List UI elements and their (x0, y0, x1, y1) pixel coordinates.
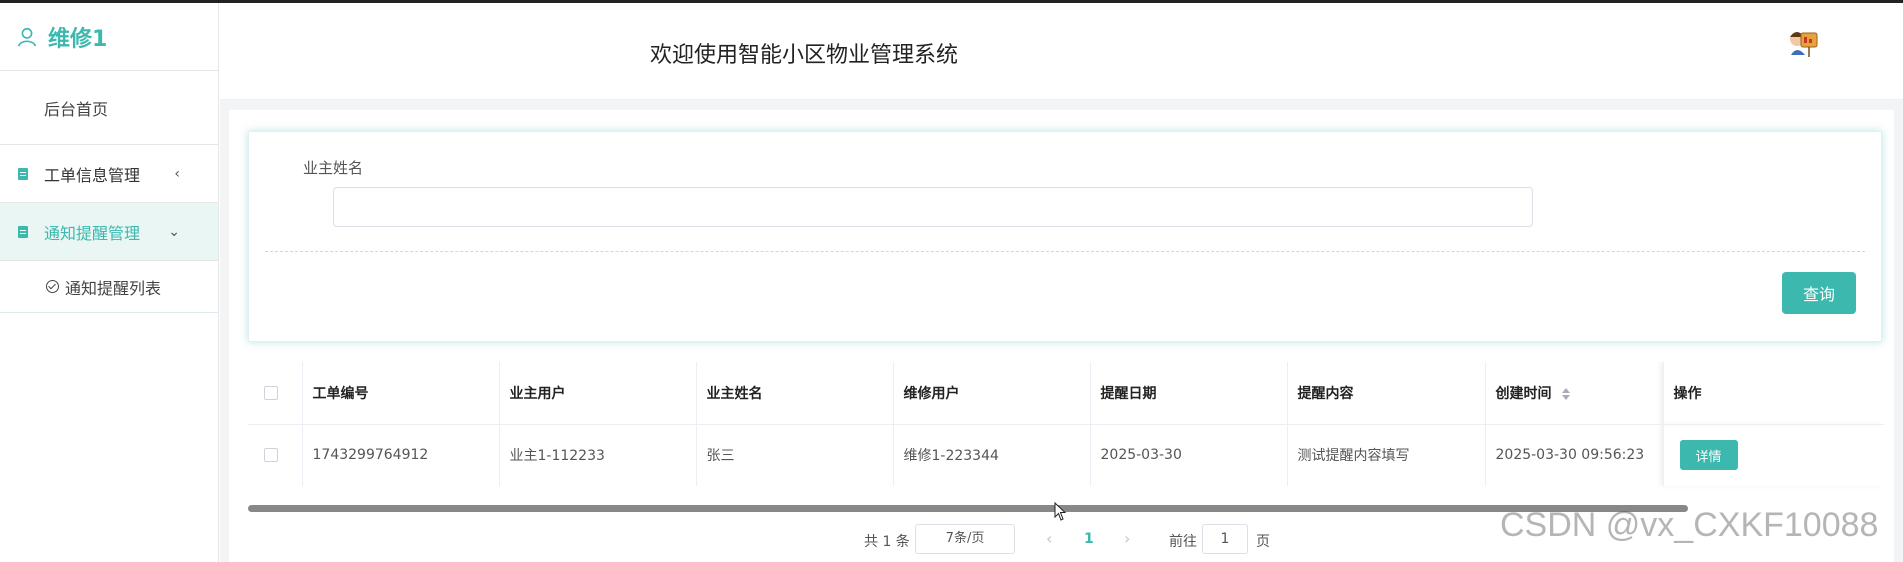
next-page-icon[interactable]: › (1124, 529, 1130, 548)
chevron-down-icon: ⌄ (168, 223, 180, 240)
query-button[interactable]: 查询 (1782, 272, 1856, 314)
detail-button[interactable]: 详情 (1679, 440, 1738, 471)
table-cell-actions: 详情 (1662, 424, 1884, 486)
user-icon (17, 27, 37, 46)
table-cell: 2025-03-30 (1090, 424, 1288, 486)
divider (265, 251, 1865, 252)
sort-icon[interactable] (1562, 387, 1571, 400)
page-unit-label: 页 (1256, 534, 1270, 550)
table-row: 1743299764912 业主1-112233 张三 维修1-223344 2… (248, 424, 1884, 486)
owner-name-input[interactable] (333, 187, 1533, 227)
sidebar-brand: 维修1 (0, 3, 218, 71)
document-icon (18, 225, 28, 238)
avatar[interactable] (1785, 25, 1819, 59)
col-header: 业主姓名 (696, 362, 894, 425)
horizontal-scrollbar[interactable] (248, 505, 1688, 512)
col-header: 操作 (1662, 362, 1884, 425)
page-size-select[interactable]: 7条/页 (915, 524, 1015, 554)
row-checkbox[interactable] (248, 424, 303, 486)
sidebar-item-label: 工单信息管理 (44, 165, 141, 185)
col-header-label: 创建时间 (1495, 385, 1552, 402)
table-cell: 测试提醒内容填写 (1287, 424, 1486, 486)
search-label: 业主姓名 (303, 159, 364, 177)
table-cell: 张三 (696, 424, 894, 486)
data-table: 工单编号 业主用户 业主姓名 维修用户 提醒日期 提醒内容 创建时间 操作 17 (248, 362, 1884, 494)
table-cell: 业主1-112233 (499, 424, 697, 486)
sidebar-item-home[interactable]: 后台首页 (0, 71, 218, 145)
sidebar: 维修1 后台首页 工单信息管理 ‹ 通知提醒管理 ⌄ 通知提醒列表 (0, 3, 219, 562)
table-header-row: 工单编号 业主用户 业主姓名 维修用户 提醒日期 提醒内容 创建时间 操作 (248, 362, 1884, 425)
col-header: 工单编号 (302, 362, 500, 425)
total-count: 共 1 条 (864, 534, 910, 550)
goto-page-input[interactable]: 1 (1202, 524, 1248, 554)
table-cell: 2025-03-30 09:56:23 (1485, 424, 1664, 486)
col-header: 业主用户 (499, 362, 697, 425)
sidebar-subitem-label: 通知提醒列表 (65, 278, 162, 298)
document-icon (18, 167, 28, 180)
col-header: 提醒内容 (1287, 362, 1486, 425)
check-circle-icon (46, 280, 59, 293)
username: 维修1 (48, 26, 108, 52)
sidebar-item-workorders[interactable]: 工单信息管理 ‹ (0, 145, 218, 203)
prev-page-icon[interactable]: ‹ (1046, 529, 1052, 548)
sidebar-item-label: 通知提醒管理 (44, 223, 141, 243)
page-title: 欢迎使用智能小区物业管理系统 (650, 43, 959, 68)
page-number[interactable]: 1 (1084, 531, 1094, 547)
col-header: 维修用户 (893, 362, 1091, 425)
col-header: 提醒日期 (1090, 362, 1288, 425)
sidebar-item-label: 后台首页 (44, 99, 109, 119)
table-cell: 维修1-223344 (893, 424, 1091, 486)
main-content: 业主姓名 查询 工单编号 业主用户 业主姓名 维修用户 提醒日期 提醒内容 创建… (220, 100, 1903, 562)
sidebar-item-notifications[interactable]: 通知提醒管理 ⌄ (0, 203, 218, 261)
header: 欢迎使用智能小区物业管理系统 (220, 3, 1903, 100)
watermark: CSDN @vx_CXKF10088 (1500, 506, 1879, 544)
col-header-sortable[interactable]: 创建时间 (1485, 362, 1664, 425)
goto-label: 前往 (1169, 534, 1197, 550)
select-all-checkbox[interactable] (248, 362, 303, 425)
sidebar-subitem-notification-list[interactable]: 通知提醒列表 (0, 261, 218, 313)
search-panel: 业主姓名 查询 (248, 131, 1882, 342)
table-cell: 1743299764912 (302, 424, 500, 486)
chevron-left-icon: ‹ (174, 165, 180, 182)
mouse-cursor-icon (1054, 502, 1067, 521)
